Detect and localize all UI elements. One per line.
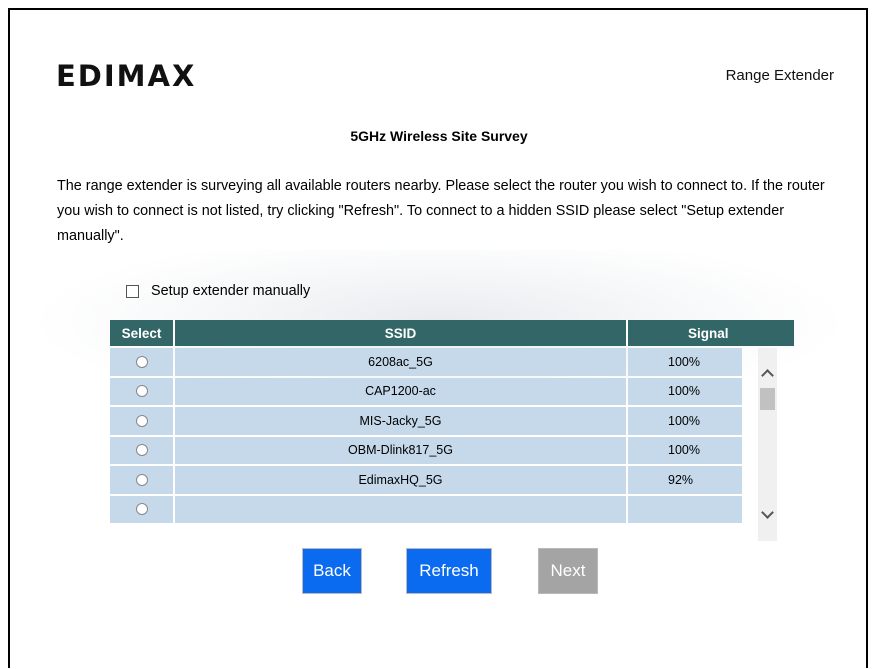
site-survey-table: Select SSID Signal 6208ac_5G 100% CAP120… bbox=[110, 320, 794, 541]
page-title: 5GHz Wireless Site Survey bbox=[350, 128, 528, 144]
back-button[interactable]: Back bbox=[302, 548, 362, 594]
signal-cell: 100% bbox=[628, 436, 742, 464]
column-header-signal: Signal bbox=[688, 325, 729, 341]
product-name: Range Extender bbox=[725, 67, 834, 84]
ssid-cell bbox=[175, 495, 626, 523]
signal-cell: 92% bbox=[628, 466, 742, 494]
network-radio[interactable] bbox=[135, 444, 148, 457]
ssid-cell: CAP1200-ac bbox=[175, 377, 626, 405]
edimax-logo: EDIMAX bbox=[56, 59, 197, 93]
table-row[interactable]: 6208ac_5G 100% bbox=[110, 348, 794, 376]
survey-description: The range extender is surveying all avai… bbox=[57, 178, 825, 244]
network-radio[interactable] bbox=[135, 473, 148, 486]
select-cell[interactable] bbox=[110, 348, 173, 376]
select-cell[interactable] bbox=[110, 466, 173, 494]
select-cell[interactable] bbox=[110, 495, 173, 523]
refresh-button[interactable]: Refresh bbox=[406, 548, 492, 594]
table-row[interactable]: MIS-Jacky_5G 100% bbox=[110, 407, 794, 435]
table-row[interactable]: CAP1200-ac 100% bbox=[110, 377, 794, 405]
ssid-cell: MIS-Jacky_5G bbox=[175, 407, 626, 435]
table-row-partial[interactable] bbox=[110, 495, 794, 523]
ssid-cell: EdimaxHQ_5G bbox=[175, 466, 626, 494]
setup-manually-label: Setup extender manually bbox=[151, 283, 311, 299]
ssid-cell: OBM-Dlink817_5G bbox=[175, 436, 626, 464]
setup-manually-option[interactable]: Setup extender manually bbox=[126, 283, 310, 299]
table-scrollbar[interactable] bbox=[758, 348, 777, 541]
network-radio[interactable] bbox=[135, 414, 148, 427]
logo-text: EDIMAX bbox=[56, 59, 197, 93]
select-cell[interactable] bbox=[110, 377, 173, 405]
table-row[interactable]: OBM-Dlink817_5G 100% bbox=[110, 436, 794, 464]
signal-cell: 100% bbox=[628, 348, 742, 376]
chevron-up-icon[interactable] bbox=[758, 364, 777, 382]
column-header-select: Select bbox=[110, 320, 175, 346]
chevron-down-icon[interactable] bbox=[758, 506, 777, 524]
next-button[interactable]: Next bbox=[538, 548, 598, 594]
network-radio[interactable] bbox=[135, 503, 148, 516]
table-body[interactable]: 6208ac_5G 100% CAP1200-ac 100% MIS-Jacky… bbox=[110, 348, 794, 541]
table-row[interactable]: EdimaxHQ_5G 92% bbox=[110, 466, 794, 494]
signal-cell: 100% bbox=[628, 377, 742, 405]
select-cell[interactable] bbox=[110, 436, 173, 464]
table-header: Select SSID Signal bbox=[110, 320, 794, 346]
setup-manually-checkbox[interactable] bbox=[126, 284, 139, 298]
scrollbar-thumb[interactable] bbox=[760, 388, 775, 410]
network-radio[interactable] bbox=[135, 355, 148, 368]
column-header-ssid: SSID bbox=[175, 320, 628, 346]
network-radio[interactable] bbox=[135, 385, 148, 398]
signal-cell bbox=[628, 495, 742, 523]
select-cell[interactable] bbox=[110, 407, 173, 435]
ssid-cell: 6208ac_5G bbox=[175, 348, 626, 376]
signal-cell: 100% bbox=[628, 407, 742, 435]
